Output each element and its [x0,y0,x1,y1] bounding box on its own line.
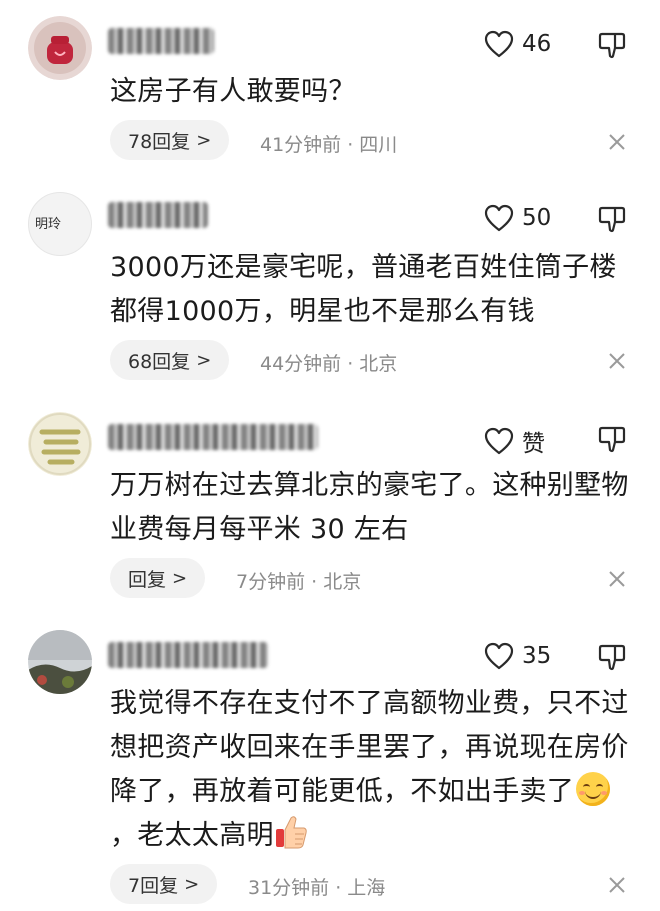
like-button[interactable]: 50 [484,204,551,232]
reply-count: 78回复 [128,130,191,153]
comment-text-part2: ，老太太高明 [110,820,274,851]
time-location: 41分钟前 · 四川 [260,134,398,156]
reply-label: 回复 [128,568,167,591]
reply-button[interactable]: 7回复 > [110,864,218,904]
heart-icon [484,204,514,232]
smiling-face-emoji-icon [576,772,611,806]
chevron-right-icon: > [172,567,188,589]
avatar-text: 明玲 [35,217,62,232]
chevron-right-icon: > [196,349,212,371]
close-icon[interactable] [606,568,628,590]
heart-icon [484,427,514,455]
avatar[interactable] [28,630,92,694]
comment-text: 我觉得不存在支付不了高额物业费，只不过想把资产收回来在手里罢了，再说现在房价降了… [110,682,630,858]
comment-text-part1: 我觉得不存在支付不了高额物业费，只不过想把资产收回来在手里罢了，再说现在房价降了… [110,688,629,807]
like-label: 赞 [522,431,545,457]
reply-count: 7回复 [128,874,179,897]
close-icon[interactable] [606,131,628,153]
comment-text: 这房子有人敢要吗？ [110,76,356,107]
dislike-icon[interactable] [598,204,628,234]
time-location: 7分钟前 · 北京 [236,571,362,593]
comment-text: 万万树在过去算北京的豪宅了。这种别墅物业费每月每平米 30 左右 [110,470,629,545]
dislike-icon[interactable] [598,424,628,454]
avatar[interactable] [28,412,92,476]
reply-button[interactable]: 68回复 > [110,340,230,380]
like-count: 35 [522,643,552,669]
chevron-right-icon: > [196,129,212,151]
thumbs-up-emoji-icon [275,816,307,849]
close-icon[interactable] [606,874,628,896]
username-blurred [108,642,268,668]
avatar[interactable] [28,16,92,80]
time-location: 31分钟前 · 上海 [248,877,386,899]
close-icon[interactable] [606,350,628,372]
like-count: 46 [522,31,552,57]
dislike-icon[interactable] [598,30,628,60]
reply-count: 68回复 [128,350,191,373]
like-button[interactable]: 46 [484,30,551,58]
username-blurred [108,424,318,450]
username-blurred [108,202,208,228]
like-button[interactable]: 35 [484,642,551,670]
heart-icon [484,30,514,58]
dislike-icon[interactable] [598,642,628,672]
comment-text: 3000万还是豪宅呢，普通老百姓住筒子楼都得1000万，明星也不是那么有钱 [110,252,617,327]
reply-button[interactable]: 回复 > [110,558,206,598]
heart-icon [484,642,514,670]
avatar[interactable]: 明玲 [28,192,92,256]
chevron-right-icon: > [184,873,200,895]
username-blurred [108,28,214,54]
reply-button[interactable]: 78回复 > [110,120,230,160]
like-button[interactable]: 赞 [484,424,545,458]
time-location: 44分钟前 · 北京 [260,353,398,375]
like-count: 50 [522,205,552,231]
